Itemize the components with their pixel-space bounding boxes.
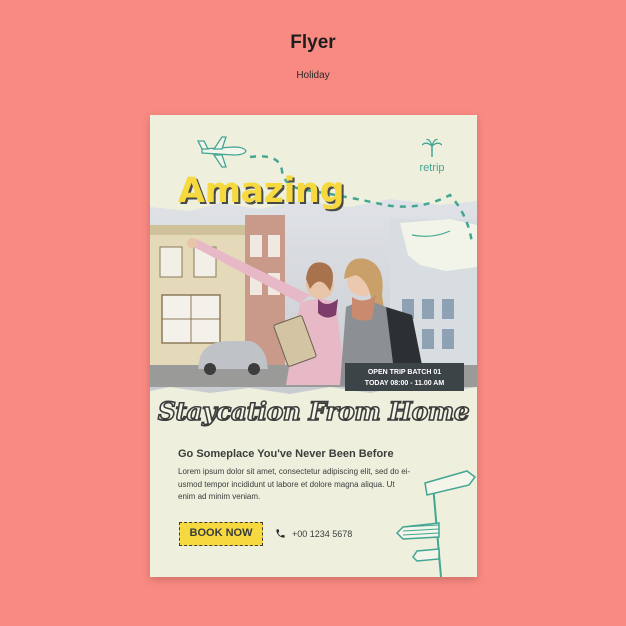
batch-line-1: OPEN TRIP BATCH 01: [367, 369, 442, 376]
body-line-3: enim ad minim veniam.: [178, 492, 261, 501]
book-now-button[interactable]: BOOK NOW: [179, 522, 263, 546]
headline: Amazing: [178, 171, 345, 211]
brand-logo: retrip: [412, 138, 452, 174]
phone-contact: +00 1234 5678: [275, 528, 352, 539]
batch-info-box: OPEN TRIP BATCH 01 TODAY 08:00 - 11.00 A…: [345, 363, 464, 391]
body-text: Lorem ipsum dolor sit amet, consectetur …: [178, 466, 424, 504]
batch-line-2: TODAY 08:00 - 11.00 AM: [364, 380, 445, 387]
script-title: Staycation From Home: [157, 396, 470, 427]
body-line-1: Lorem ipsum dolor sit amet, consectetur …: [178, 467, 411, 476]
tagline: Go Someplace You've Never Been Before: [178, 448, 394, 460]
page-subtitle: Holiday: [296, 70, 330, 81]
signpost-icon: [395, 470, 477, 577]
body-line-2: usmod tempor incididunt ut labore et dol…: [178, 479, 395, 489]
phone-number: +00 1234 5678: [292, 528, 353, 539]
palm-tree-icon: [421, 138, 443, 157]
brand-name: retrip: [419, 162, 445, 174]
phone-icon: [276, 529, 285, 538]
page-title: Flyer: [290, 32, 336, 53]
flyer-card: retrip Amazing OPEN TRIP BATCH 01 TODAY …: [150, 115, 477, 577]
airplane-icon: [196, 136, 247, 168]
